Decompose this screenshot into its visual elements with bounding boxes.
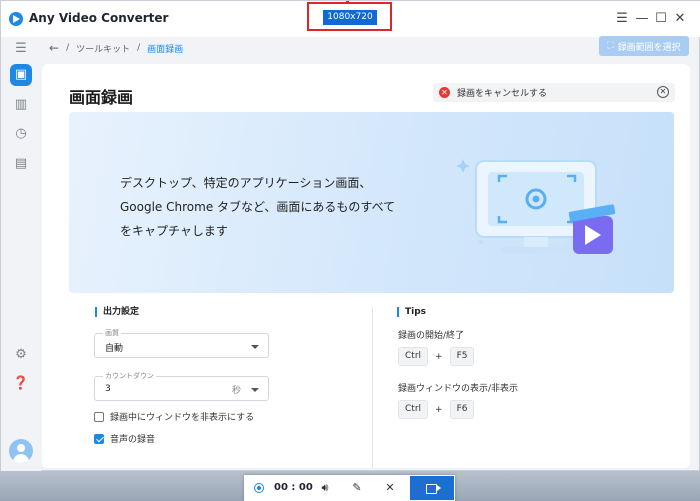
feature-banner: デスクトップ、特定のアプリケーション画面、Google Chrome タブなど、… (69, 112, 674, 293)
plus-sign: + (435, 404, 443, 415)
close-icon[interactable]: ✕ (671, 10, 689, 28)
key-f5: F5 (449, 347, 475, 366)
breadcrumb-current: 画面録画 (147, 44, 184, 55)
close-icon[interactable]: ✕ (383, 481, 397, 495)
toolbox-icon[interactable]: ▣ (10, 64, 32, 86)
countdown-select[interactable]: カウントダウン 3 秒 (94, 371, 269, 401)
sidebar: ☰ ▣ ▥ ◷ ▤ ⚙ ❓ (1, 37, 41, 471)
cancel-recording-bar[interactable]: ✕ 録画をキャンセルする ✕ (433, 83, 675, 102)
chevron-down-icon (251, 388, 259, 392)
screen-recorder-illustration (456, 159, 616, 254)
breadcrumb-toolkit[interactable]: ツールキット (76, 42, 130, 55)
output-settings-title: 出力設定 (95, 307, 139, 317)
checkbox-box[interactable] (94, 411, 104, 422)
breadcrumb-separator: / (137, 43, 141, 53)
bookmark-icon[interactable]: ▤ (10, 153, 32, 175)
main-panel: 画面録画 ✕ 録画をキャンセルする ✕ デスクトップ、特定のアプリケーション画面… (42, 64, 690, 468)
section-divider (372, 307, 373, 468)
collapse-menu-icon[interactable]: ☰ (10, 38, 32, 60)
select-region-label: 録画範囲を選択 (617, 42, 681, 53)
quality-value: 自動 (105, 344, 124, 354)
app-window: Any Video Converter ☰ — ☐ ✕ 1080x720 ☰ ▣… (0, 0, 700, 471)
close-circle-icon[interactable]: ✕ (657, 86, 669, 98)
countdown-unit: 秒 (231, 386, 241, 396)
minimize-icon[interactable]: — (633, 10, 651, 28)
clock-icon[interactable]: ◷ (10, 123, 32, 145)
help-icon[interactable]: ❓ (10, 373, 32, 395)
back-arrow-icon[interactable]: ← (49, 41, 59, 55)
breadcrumb: ← / ツールキット / 画面録画 (49, 40, 183, 56)
tip-label: 録画の開始/終了 (398, 331, 465, 341)
recording-time: 00 : 00 (274, 482, 313, 493)
hide-window-checkbox[interactable]: 録画中にウィンドウを非表示にする (94, 410, 254, 423)
select-region-button[interactable]: ⛶ 録画範囲を選択 (599, 36, 689, 56)
countdown-value: 3 (105, 384, 111, 394)
microphone-off-icon[interactable]: ✎ (350, 481, 364, 495)
app-logo-icon (9, 12, 23, 26)
video-clapper-icon (568, 204, 616, 254)
hamburger-menu-icon[interactable]: ☰ (613, 10, 631, 28)
key-ctrl: Ctrl (398, 400, 429, 419)
key-f6: F6 (449, 400, 475, 419)
record-audio-checkbox[interactable]: 音声の録音 (94, 432, 155, 445)
quality-label: 画質 (103, 328, 121, 338)
recording-toolbar: 00 : 00 🔊︎ ✎ ✕ (244, 475, 455, 501)
maximize-icon[interactable]: ☐ (652, 10, 670, 28)
cancel-recording-text: 録画をキャンセルする (457, 89, 548, 99)
crop-icon: ⛶ (607, 41, 614, 51)
plus-sign: + (435, 351, 443, 362)
app-title: Any Video Converter (29, 11, 169, 25)
record-audio-label: 音声の録音 (110, 435, 156, 445)
key-ctrl: Ctrl (398, 347, 429, 366)
countdown-label: カウントダウン (103, 371, 156, 381)
shortcut-row: Ctrl + F5 (398, 347, 475, 366)
error-icon: ✕ (439, 87, 450, 98)
tip-label: 録画ウィンドウの表示/非表示 (398, 384, 519, 394)
hide-window-label: 録画中にウィンドウを非表示にする (110, 413, 255, 423)
resolution-label: 1080x720 (323, 10, 377, 25)
gear-icon[interactable]: ⚙ (10, 344, 32, 366)
checkbox-box-checked[interactable] (94, 433, 104, 444)
avatar[interactable] (9, 439, 33, 463)
page-title: 画面録画 (69, 88, 134, 107)
map-icon[interactable]: ▥ (10, 94, 32, 116)
sparkle-icon (456, 159, 470, 173)
speaker-icon[interactable]: 🔊︎ (318, 481, 332, 495)
quality-select[interactable]: 画質 自動 (94, 328, 269, 358)
chevron-down-icon (251, 345, 259, 349)
resolution-highlight: 1080x720 (307, 2, 392, 31)
record-indicator-icon (254, 483, 264, 493)
tips-title: Tips (397, 307, 426, 317)
breadcrumb-separator: / (66, 43, 70, 53)
shortcut-row: Ctrl + F6 (398, 400, 475, 419)
start-recording-button[interactable] (410, 476, 454, 500)
